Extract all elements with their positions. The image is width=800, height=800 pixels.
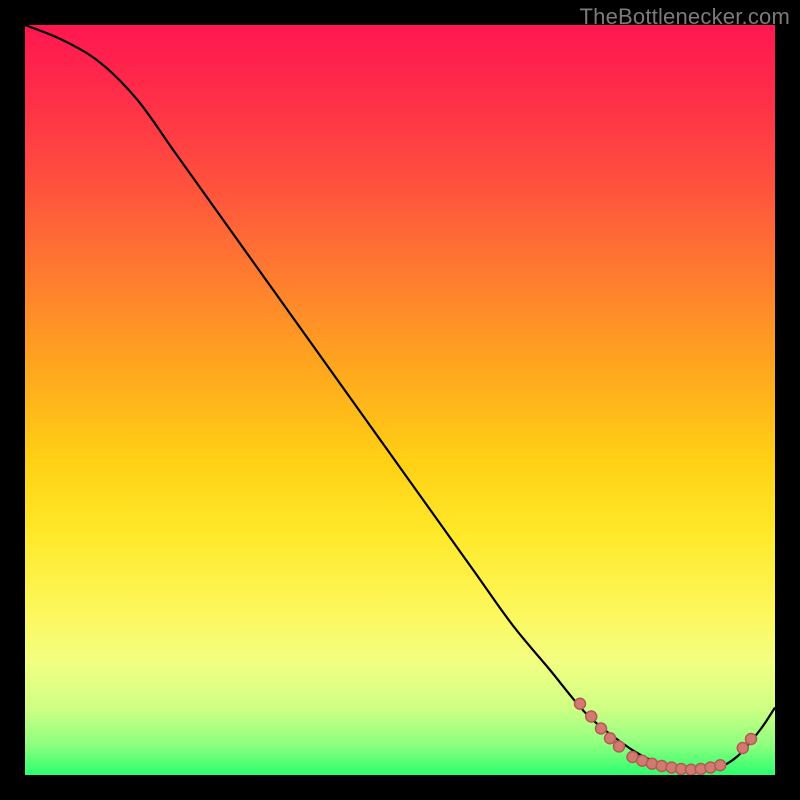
data-marker (715, 760, 726, 771)
data-marker (614, 741, 625, 752)
data-marker (746, 734, 757, 745)
plot-area (25, 25, 775, 775)
data-marker (586, 711, 597, 722)
chart-stage: TheBottlenecker.com (0, 0, 800, 800)
data-marker (575, 698, 586, 709)
chart-svg (25, 25, 775, 775)
data-marker (605, 733, 616, 744)
data-marker (596, 723, 607, 734)
bottleneck-curve (25, 25, 775, 771)
data-marker (737, 743, 748, 754)
